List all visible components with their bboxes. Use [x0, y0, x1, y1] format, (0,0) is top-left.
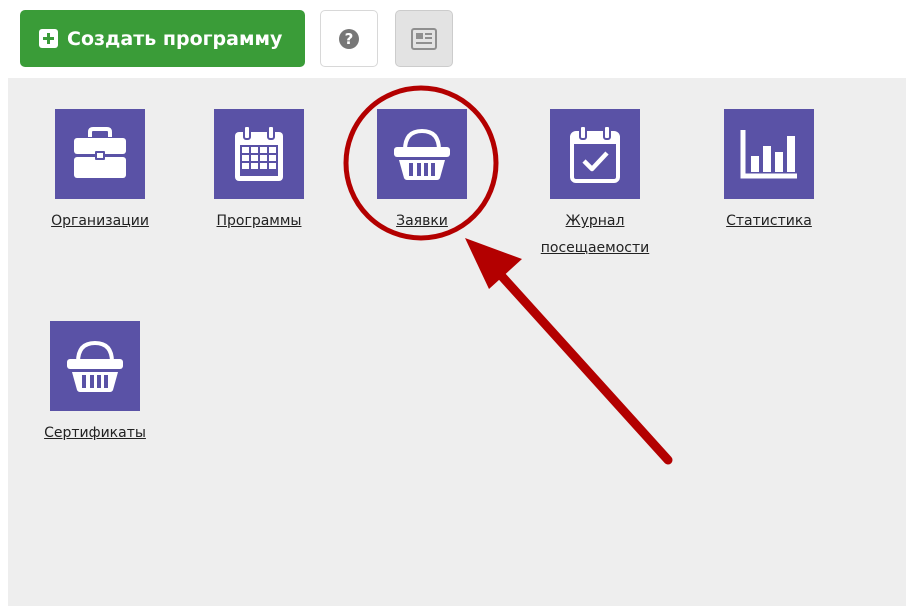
calendar-icon: [235, 125, 283, 181]
tile-statistics-label[interactable]: Статистика: [699, 208, 839, 235]
tile-icon-box: [724, 109, 814, 199]
tile-certificates[interactable]: Сертификаты: [25, 321, 165, 447]
help-button[interactable]: ?: [320, 10, 378, 67]
tile-icon-box: [55, 109, 145, 199]
create-program-button[interactable]: Создать программу: [20, 10, 305, 67]
tile-icon-box: [550, 109, 640, 199]
basket-icon: [67, 340, 123, 392]
question-icon: ?: [339, 28, 359, 49]
basket-icon: [394, 128, 450, 180]
tile-programs[interactable]: Программы: [189, 109, 329, 235]
briefcase-icon: [74, 127, 126, 178]
news-button[interactable]: [395, 10, 453, 67]
plus-icon: [39, 29, 58, 48]
calendar-check-icon: [570, 125, 620, 183]
tile-certificates-label[interactable]: Сертификаты: [25, 420, 165, 447]
tile-organizations-label[interactable]: Организации: [30, 208, 170, 235]
tile-applications-label[interactable]: Заявки: [352, 208, 492, 235]
tile-attendance-label[interactable]: Журнал посещаемости: [525, 208, 665, 262]
tile-programs-label[interactable]: Программы: [189, 208, 329, 235]
tile-attendance-journal[interactable]: Журнал посещаемости: [525, 109, 665, 262]
tile-statistics[interactable]: Статистика: [699, 109, 839, 235]
tile-organizations[interactable]: Организации: [30, 109, 170, 235]
create-program-label: Создать программу: [67, 27, 283, 50]
newspaper-icon: [411, 27, 437, 50]
page: Создать программу ? Организации Программ…: [0, 0, 906, 606]
dashboard-panel: Организации Программы Заявки Журнал посе…: [8, 78, 906, 606]
tile-applications[interactable]: Заявки: [352, 109, 492, 235]
tile-icon-box: [50, 321, 140, 411]
tile-attendance-label-line2: посещаемости: [540, 240, 650, 256]
bar-chart-icon: [740, 130, 797, 179]
tile-icon-box: [377, 109, 467, 199]
tile-attendance-label-line1: Журнал: [565, 213, 625, 229]
tile-icon-box: [214, 109, 304, 199]
toolbar: Создать программу ?: [0, 0, 906, 78]
